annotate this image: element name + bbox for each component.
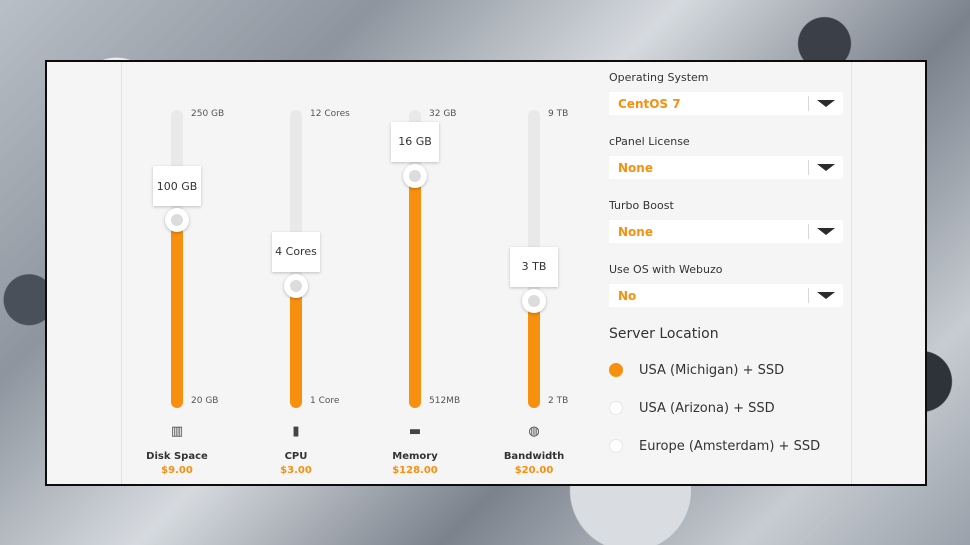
disk-space-value-tooltip: 100 GB (153, 166, 201, 207)
disk-space-fill (171, 220, 183, 408)
location-option-amsterdam[interactable]: Europe (Amsterdam) + SSD (609, 436, 820, 456)
select-divider (808, 160, 809, 175)
chevron-down-icon[interactable] (817, 100, 835, 107)
radio-button[interactable] (609, 401, 623, 415)
bandwidth-value-tooltip: 3 TB (510, 246, 558, 287)
select-divider (808, 224, 809, 239)
server-configurator-panel: 250 GB 100 GB 20 GB ▥ Disk Space $9.00 1… (45, 60, 927, 486)
chevron-down-icon[interactable] (817, 228, 835, 235)
select-divider (808, 96, 809, 111)
right-divider (851, 62, 852, 484)
cpu-fill (290, 285, 302, 408)
memory-price: $128.00 (392, 465, 438, 476)
memory-max-label: 32 GB (429, 109, 457, 119)
chevron-down-icon[interactable] (817, 292, 835, 299)
location-option-arizona[interactable]: USA (Arizona) + SSD (609, 398, 775, 418)
memory-fill (409, 175, 421, 408)
bandwidth-handle[interactable] (522, 288, 546, 313)
location-label: USA (Arizona) + SSD (639, 400, 775, 416)
cpanel-license-select[interactable]: None (609, 156, 843, 179)
bandwidth-name: Bandwidth (503, 451, 565, 462)
bandwidth-fill (528, 300, 540, 408)
server-location-title: Server Location (609, 326, 719, 342)
memory-name: Memory (392, 451, 438, 462)
bandwidth-slider[interactable]: 9 TB 3 TB 2 TB ◍ Bandwidth $20.00 (464, 62, 604, 484)
select-divider (808, 288, 809, 303)
bandwidth-max-label: 9 TB (548, 109, 569, 119)
turbo-boost-label: Turbo Boost (609, 199, 674, 212)
location-option-michigan[interactable]: USA (Michigan) + SSD (609, 360, 784, 380)
turbo-boost-value: None (618, 225, 653, 239)
bandwidth-icon: ◍ (528, 424, 540, 439)
memory-value-tooltip: 16 GB (391, 121, 439, 162)
cpanel-license-value: None (618, 161, 653, 175)
webuzo-value: No (618, 289, 637, 303)
cpu-max-label: 12 Cores (310, 109, 350, 119)
memory-handle[interactable] (403, 163, 427, 188)
webuzo-select[interactable]: No (609, 284, 843, 307)
webuzo-label: Use OS with Webuzo (609, 263, 723, 276)
location-label: USA (Michigan) + SSD (639, 362, 785, 378)
turbo-boost-select[interactable]: None (609, 220, 843, 243)
bandwidth-price: $20.00 (514, 465, 554, 476)
memory-min-label: 512MB (429, 396, 461, 406)
cpu-name: CPU (284, 451, 308, 462)
hard-drive-icon: ▥ (170, 424, 184, 439)
location-label: Europe (Amsterdam) + SSD (639, 438, 821, 454)
disk-space-track[interactable] (171, 110, 183, 408)
cpu-price: $3.00 (280, 465, 312, 476)
cpu-icon: ▮ (292, 424, 300, 439)
operating-system-value: CentOS 7 (618, 97, 681, 111)
cpu-handle[interactable] (284, 273, 308, 298)
bandwidth-min-label: 2 TB (548, 396, 569, 406)
disk-space-min-label: 20 GB (191, 396, 219, 406)
operating-system-label: Operating System (609, 71, 709, 84)
cpu-value-tooltip: 4 Cores (272, 231, 320, 272)
disk-space-max-label: 250 GB (191, 109, 225, 119)
memory-icon: ▬ (408, 424, 422, 439)
cpu-min-label: 1 Core (310, 396, 340, 406)
radio-button[interactable] (609, 439, 623, 453)
chevron-down-icon[interactable] (817, 164, 835, 171)
operating-system-select[interactable]: CentOS 7 (609, 92, 843, 115)
disk-space-price: $9.00 (161, 465, 193, 476)
disk-space-handle[interactable] (165, 208, 189, 233)
radio-button[interactable] (609, 363, 623, 377)
cpanel-license-label: cPanel License (609, 135, 690, 148)
disk-space-name: Disk Space (146, 451, 208, 462)
